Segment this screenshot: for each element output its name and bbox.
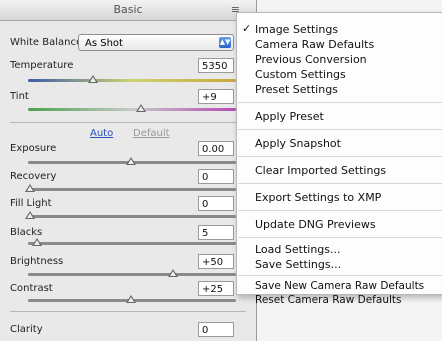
recovery-thumb[interactable]	[25, 184, 35, 192]
basic-panel: Basic ≡ White Balance: As Shot ▲▼ Temper…	[0, 0, 257, 341]
brightness-label: Brightness	[10, 256, 64, 267]
settings-dropdown-menu: ✓ Image Settings Camera Raw Defaults Pre…	[236, 12, 442, 306]
exposure-thumb[interactable]	[126, 157, 136, 165]
brightness-slider[interactable]	[28, 269, 236, 277]
temperature-slider[interactable]	[28, 75, 236, 83]
contrast-slider[interactable]	[28, 295, 236, 303]
menu-separator	[238, 210, 442, 211]
menu-item-apply-snapshot[interactable]: Apply Snapshot	[255, 137, 341, 150]
blacks-label: Blacks	[10, 227, 43, 238]
recovery-slider[interactable]	[25, 184, 236, 192]
menu-separator	[238, 156, 442, 157]
menu-item-update-dng-previews[interactable]: Update DNG Previews	[255, 218, 376, 231]
panel-header: Basic ≡	[0, 0, 256, 21]
menu-item-export-settings-to-xmp[interactable]: Export Settings to XMP	[255, 191, 381, 204]
menu-item-clear-imported-settings[interactable]: Clear Imported Settings	[255, 164, 386, 177]
menu-item-save-settings[interactable]: Save Settings...	[255, 258, 341, 271]
temperature-label: Temperature	[10, 60, 74, 71]
menu-item-reset-camera-raw-defaults[interactable]: Reset Camera Raw Defaults	[255, 294, 401, 306]
temperature-thumb[interactable]	[88, 75, 98, 83]
menu-item-image-settings[interactable]: Image Settings	[255, 23, 338, 36]
tint-field[interactable]: +9	[198, 89, 234, 104]
brightness-thumb[interactable]	[168, 269, 178, 277]
brightness-field[interactable]: +50	[198, 254, 234, 269]
default-link[interactable]: Default	[133, 128, 170, 139]
blacks-field[interactable]: 5	[198, 225, 234, 240]
menu-separator	[238, 102, 442, 103]
menu-separator	[238, 275, 442, 276]
select-arrows-icon: ▲▼	[219, 37, 231, 48]
fill-light-slider[interactable]	[25, 211, 236, 219]
white-balance-label: White Balance:	[10, 37, 86, 48]
menu-item-camera-raw-defaults[interactable]: Camera Raw Defaults	[255, 38, 374, 51]
blacks-thumb[interactable]	[32, 238, 42, 246]
tint-label: Tint	[10, 91, 29, 102]
menu-item-apply-preset[interactable]: Apply Preset	[255, 110, 324, 123]
contrast-field[interactable]: +25	[198, 281, 234, 296]
menu-item-save-new-camera-raw-defaults[interactable]: Save New Camera Raw Defaults	[255, 280, 424, 292]
contrast-thumb[interactable]	[126, 295, 136, 303]
temperature-field[interactable]: 5350	[198, 58, 234, 73]
fill-light-field[interactable]: 0	[198, 196, 234, 211]
panel-title: Basic	[113, 3, 143, 16]
menu-item-preset-settings[interactable]: Preset Settings	[255, 83, 338, 96]
fill-light-thumb[interactable]	[25, 211, 35, 219]
fill-light-label: Fill Light	[10, 198, 52, 209]
section-divider	[10, 122, 246, 123]
exposure-field[interactable]: 0.00	[198, 141, 234, 156]
blacks-slider[interactable]	[28, 238, 236, 246]
tint-slider[interactable]	[28, 104, 236, 112]
menu-separator	[238, 129, 442, 130]
clarity-field[interactable]: 0	[198, 322, 234, 337]
white-balance-select[interactable]: As Shot ▲▼	[78, 34, 234, 51]
auto-link[interactable]: Auto	[90, 128, 113, 139]
menu-item-load-settings[interactable]: Load Settings...	[255, 243, 341, 256]
section-divider	[10, 311, 246, 312]
white-balance-value: As Shot	[85, 38, 123, 49]
checkmark-icon: ✓	[242, 22, 252, 35]
clarity-label: Clarity	[10, 324, 43, 335]
exposure-label: Exposure	[10, 143, 57, 154]
menu-separator	[238, 183, 442, 184]
menu-separator	[238, 237, 442, 238]
exposure-slider[interactable]	[28, 157, 236, 165]
tint-thumb[interactable]	[136, 104, 146, 112]
menu-item-custom-settings[interactable]: Custom Settings	[255, 68, 346, 81]
recovery-label: Recovery	[10, 171, 57, 182]
contrast-label: Contrast	[10, 283, 53, 294]
recovery-field[interactable]: 0	[198, 169, 234, 184]
menu-item-previous-conversion[interactable]: Previous Conversion	[255, 53, 367, 66]
